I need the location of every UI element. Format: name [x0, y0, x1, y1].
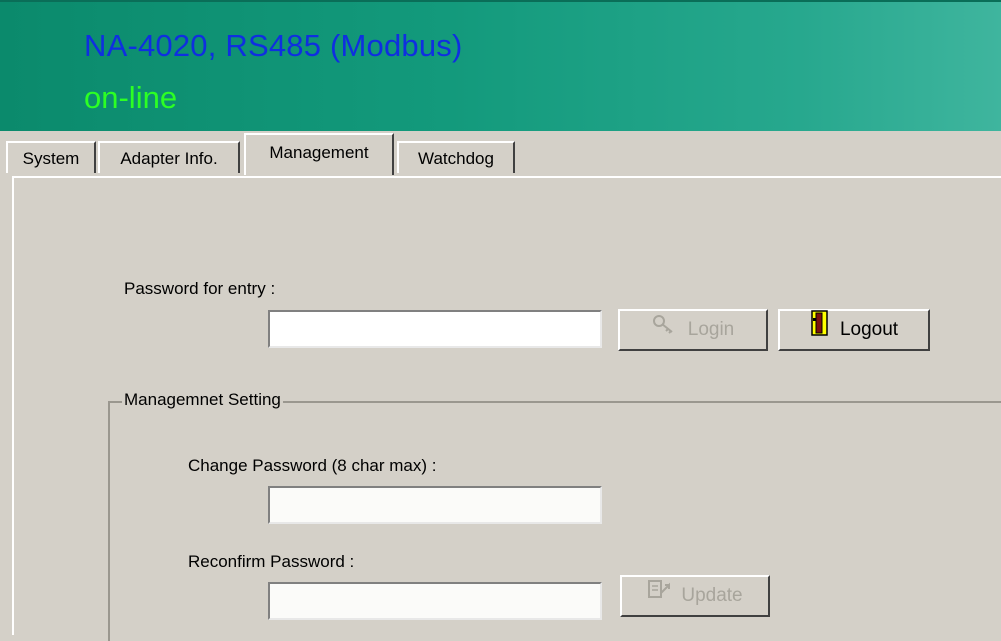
door-exit-icon [810, 310, 830, 350]
device-title: NA-4020, RS485 (Modbus) [84, 28, 463, 63]
tab-strip: System Adapter Info. Management Watchdog [0, 131, 1001, 176]
password-entry-input[interactable] [268, 310, 602, 348]
logout-button[interactable]: Logout [778, 309, 930, 351]
change-password-label: Change Password (8 char max) : [188, 456, 437, 475]
app-header: NA-4020, RS485 (Modbus) on-line [0, 0, 1001, 133]
update-button[interactable]: Update [620, 575, 770, 617]
change-password-input[interactable] [268, 486, 602, 524]
update-label: Update [681, 585, 743, 606]
logout-label: Logout [839, 319, 899, 340]
password-entry-label: Password for entry : [124, 279, 276, 298]
tab-adapter-info[interactable]: Adapter Info. [98, 141, 240, 173]
tab-system[interactable]: System [6, 141, 96, 173]
reconfirm-password-label: Reconfirm Password : [188, 552, 355, 571]
login-label: Login [687, 319, 735, 340]
key-icon [652, 311, 678, 349]
management-setting-label: Managemnet Setting [122, 390, 283, 410]
tab-management[interactable]: Management [244, 133, 394, 175]
login-button[interactable]: Login [618, 309, 768, 351]
tab-watchdog[interactable]: Watchdog [397, 141, 515, 173]
update-icon [647, 577, 671, 615]
reconfirm-password-input[interactable] [268, 582, 602, 620]
connection-status: on-line [84, 80, 178, 115]
